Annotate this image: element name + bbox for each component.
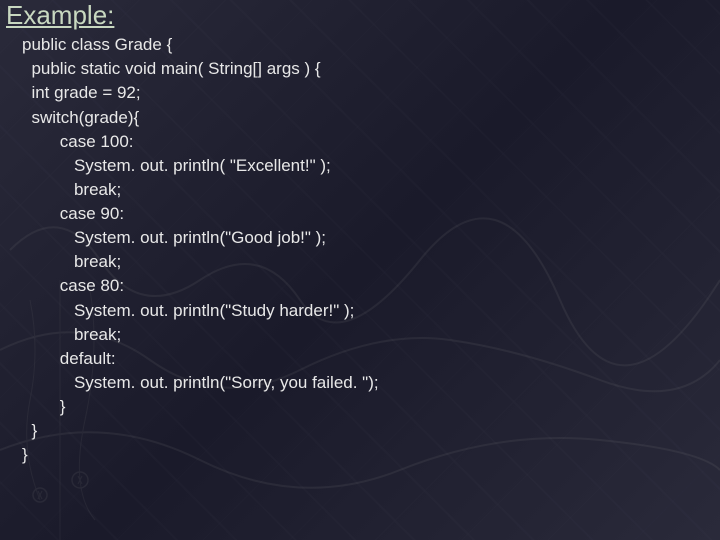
code-line: case 80:: [22, 274, 720, 298]
slide-heading: Example:: [0, 0, 720, 31]
code-line: System. out. println( "Excellent!" );: [22, 154, 720, 178]
code-line: }: [22, 443, 720, 467]
code-line: System. out. println("Sorry, you failed.…: [22, 371, 720, 395]
code-line: public static void main( String[] args )…: [22, 57, 720, 81]
code-line: }: [22, 395, 720, 419]
code-line: public class Grade {: [22, 33, 720, 57]
code-line: case 90:: [22, 202, 720, 226]
code-line: case 100:: [22, 130, 720, 154]
code-line: System. out. println("Good job!" );: [22, 226, 720, 250]
code-line: int grade = 92;: [22, 81, 720, 105]
code-line: break;: [22, 250, 720, 274]
code-line: break;: [22, 323, 720, 347]
code-line: break;: [22, 178, 720, 202]
code-line: System. out. println("Study harder!" );: [22, 299, 720, 323]
code-line: switch(grade){: [22, 106, 720, 130]
code-line: default:: [22, 347, 720, 371]
code-example: public class Grade { public static void …: [0, 31, 720, 467]
code-line: }: [22, 419, 720, 443]
